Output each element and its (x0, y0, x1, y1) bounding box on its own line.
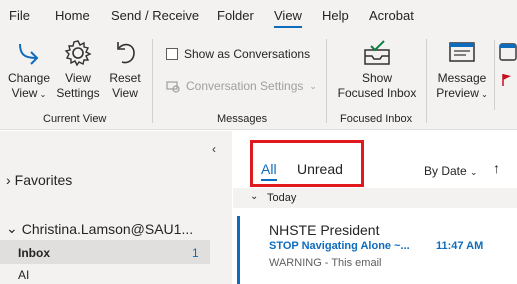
checkbox-box (166, 48, 178, 60)
group-label-messages: Messages (217, 113, 268, 125)
message-sender[interactable]: NHSTE President (269, 222, 379, 238)
chevron-down-icon: ⌄ (309, 80, 317, 91)
inbox-unread-count: 1 (192, 246, 199, 260)
account-label: Christina.Lamson@SAU1... (21, 220, 194, 237)
menu-bar: File Home Send / Receive Folder View Hel… (0, 0, 517, 33)
group-separator (326, 39, 327, 123)
group-separator (426, 39, 427, 123)
more-view-options[interactable] (494, 40, 517, 110)
group-label-focused-inbox: Focused Inbox (340, 113, 413, 125)
show-as-conversations-checkbox[interactable]: Show as Conversations (166, 47, 310, 61)
folder-ai-label[interactable]: AI (18, 268, 29, 282)
collapse-pane-icon[interactable]: ‹ (212, 142, 216, 156)
ribbon: Change View ⌄ View Settings Reset View C… (0, 33, 517, 130)
group-separator (152, 39, 153, 123)
conversation-settings-label: Conversation Settings (186, 79, 304, 93)
sort-label: By Date (424, 164, 467, 178)
menu-tab-view[interactable]: View (274, 8, 302, 28)
group-today-label: Today (267, 192, 297, 204)
menu-tab-home[interactable]: Home (55, 8, 90, 23)
favorites-label: Favorites (14, 172, 73, 188)
show-focused-inbox-button[interactable]: Show Focused Inbox (336, 38, 418, 101)
reset-icon (117, 42, 135, 64)
group-label-current-view: Current View (43, 113, 107, 125)
favorites-header[interactable]: › Favorites (6, 172, 72, 188)
message-preview-icon (449, 42, 475, 62)
reset-view-button[interactable]: Reset View (104, 38, 146, 101)
unread-indicator-bar (237, 216, 240, 284)
menu-tab-help[interactable]: Help (322, 8, 349, 23)
gear-icon (64, 40, 92, 67)
change-view-icon (19, 43, 39, 65)
chevron-down-icon: ⌄ (37, 90, 47, 99)
conversation-settings-button[interactable]: Conversation Settings ⌄ (166, 79, 317, 93)
chevron-right-icon: › (6, 172, 11, 188)
menu-tab-acrobat[interactable]: Acrobat (369, 8, 414, 23)
chevron-down-icon: ⌄ (250, 191, 259, 202)
show-focused-inbox-label: Show Focused Inbox (337, 71, 417, 100)
conversation-settings-icon (166, 81, 180, 93)
account-header[interactable]: ⌄ Christina.Lamson@SAU1... (6, 220, 193, 237)
message-time: 11:47 AM (436, 240, 484, 252)
menu-tab-folder[interactable]: Folder (217, 8, 254, 23)
chevron-down-icon: ⌄ (470, 167, 478, 177)
view-settings-label: View Settings (56, 71, 100, 100)
show-as-conversations-label: Show as Conversations (184, 47, 311, 61)
message-subject[interactable]: STOP Navigating Alone ~... (269, 240, 410, 252)
calendar-flag-icon (499, 43, 517, 86)
menu-tab-file[interactable]: File (9, 8, 30, 23)
message-preview-text: WARNING - This email (269, 257, 382, 269)
sort-by-date-button[interactable]: By Date ⌄ (424, 164, 478, 178)
inbox-label: Inbox (18, 246, 50, 260)
chevron-down-icon: ⌄ (478, 90, 488, 99)
reset-view-label: Reset View (109, 71, 141, 100)
filter-unread-tab[interactable]: Unread (297, 161, 343, 177)
change-view-button[interactable]: Change View ⌄ (6, 38, 52, 102)
filter-all-tab[interactable]: All (261, 161, 277, 181)
chevron-down-icon: ⌄ (6, 220, 18, 236)
focused-inbox-icon (364, 40, 390, 65)
sort-direction-icon[interactable]: ↑ (493, 160, 500, 176)
message-preview-button[interactable]: Message Preview ⌄ (434, 38, 490, 102)
menu-tab-send-receive[interactable]: Send / Receive (111, 8, 199, 23)
view-settings-button[interactable]: View Settings (55, 38, 101, 101)
